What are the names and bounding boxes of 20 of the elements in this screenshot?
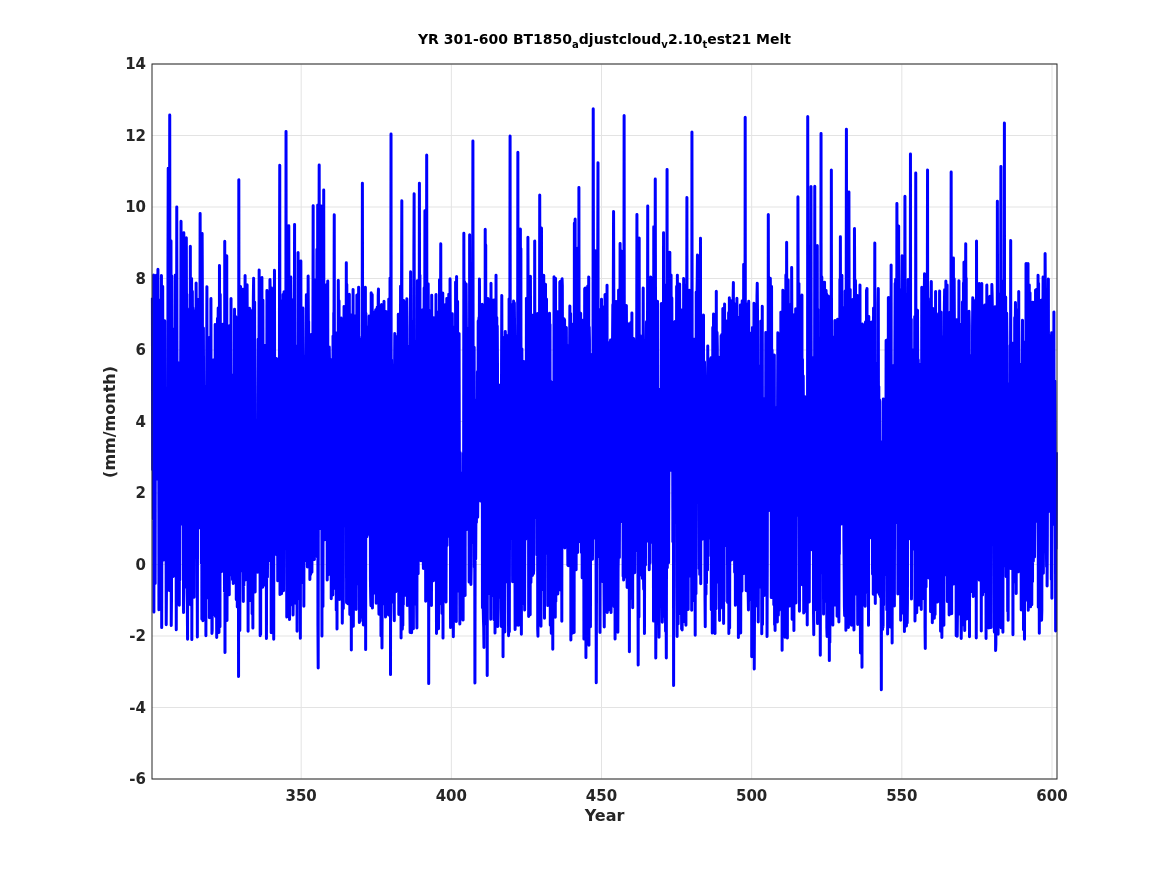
tick-label: 350 [285, 787, 317, 805]
tick-label: 4 [135, 412, 146, 431]
tick-label: 450 [585, 787, 618, 805]
tick-label: 14 [125, 56, 146, 73]
tick-label: 2 [135, 484, 146, 502]
tick-label: 8 [135, 269, 146, 288]
tick-label: 550 [886, 787, 918, 805]
tick-label: 12 [125, 126, 146, 145]
x-axis-label: Year [584, 806, 625, 825]
tick-label: 6 [135, 341, 146, 359]
tick-label: 10 [125, 198, 146, 216]
tick-label: -4 [129, 698, 146, 717]
tick-label: -2 [129, 627, 146, 645]
tick-label: 400 [435, 787, 467, 805]
y-axis-label: (mm/month) [99, 365, 119, 478]
tick-label: 0 [135, 555, 146, 574]
tick-label: -6 [129, 770, 146, 788]
tick-label: 500 [736, 787, 768, 805]
chart-title: YR 301-600 BT1850$_{a}$djustcloud$_{v}$2.10$_{t}$est21 Melt [416, 30, 792, 52]
tick-label: 600 [1036, 787, 1068, 805]
